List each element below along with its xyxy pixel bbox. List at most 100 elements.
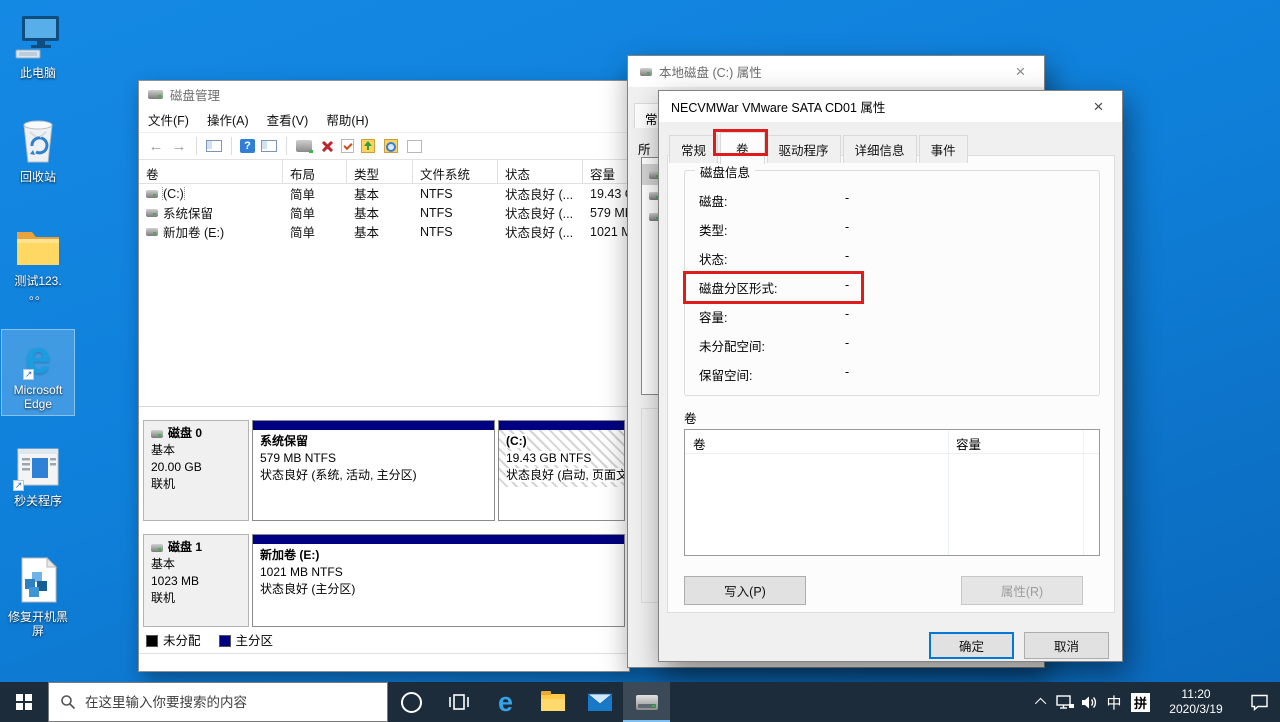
partition-legend: 未分配 主分区	[146, 630, 273, 649]
windows-logo-icon	[16, 694, 32, 710]
tab-driver[interactable]: 驱动程序	[767, 135, 841, 163]
device-manager-icon[interactable]	[296, 140, 312, 152]
properties-button[interactable]: 属性(R)	[961, 576, 1083, 605]
write-button[interactable]: 写入(P)	[684, 576, 806, 605]
folder-icon	[541, 694, 565, 711]
volume-icon	[146, 209, 158, 217]
table-row[interactable]: 新加卷 (E:) 简单 基本 NTFS 状态良好 (... 1021 M	[139, 222, 629, 241]
table-row[interactable]: (C:) 简单 基本 NTFS 状态良好 (... 19.43 G	[139, 184, 629, 203]
c-dialog-titlebar[interactable]: 本地磁盘 (C:) 属性	[628, 56, 1044, 87]
tab-details[interactable]: 详细信息	[843, 135, 917, 163]
network-button[interactable]	[1053, 682, 1077, 722]
mail-icon	[587, 693, 613, 712]
desktop-icon-test-folder[interactable]: 测试123. 。。	[2, 222, 74, 306]
desktop-icon-label: 修复开机黑	[2, 610, 74, 624]
dialog-tabs: 常规 卷 驱动程序 详细信息 事件	[669, 132, 970, 163]
task-view-icon	[448, 693, 470, 711]
desktop-icon-quick-close-app[interactable]: 秒关程序	[2, 442, 74, 512]
disk-drive-icon	[636, 695, 658, 710]
toolbar-separator	[196, 137, 197, 155]
taskbar-search[interactable]	[48, 682, 388, 722]
column-header[interactable]: 卷	[685, 430, 948, 453]
taskbar: e 中 拼 11:20 2020/3/	[0, 682, 1280, 722]
dialog-title: 本地磁盘 (C:) 属性	[659, 62, 762, 81]
disk-1-info[interactable]: 磁盘 1 基本 1023 MB 联机	[143, 534, 249, 627]
close-icon[interactable]	[1076, 92, 1121, 121]
field-label: 容量:	[699, 311, 727, 325]
ime-language-indicator[interactable]: 中	[1101, 682, 1127, 722]
menu-file[interactable]: 文件(F)	[139, 110, 198, 129]
checklist-icon[interactable]	[407, 140, 422, 153]
file-explorer-button[interactable]	[529, 682, 576, 722]
column-header[interactable]: 状态	[498, 160, 583, 183]
table-row[interactable]: 系统保留 简单 基本 NTFS 状态良好 (... 579 MB	[139, 203, 629, 222]
volumes-list[interactable]: 卷 容量	[684, 429, 1100, 556]
back-icon[interactable]	[147, 138, 165, 154]
ime-mode-indicator[interactable]: 拼	[1127, 682, 1154, 722]
taskbar-clock[interactable]: 11:20 2020/3/19	[1154, 682, 1238, 722]
action-center-button[interactable]	[1238, 682, 1280, 722]
column-divider	[1083, 430, 1084, 555]
status-bar	[139, 653, 629, 671]
disk-management-taskbar-button[interactable]	[623, 682, 670, 722]
partition-system-reserved[interactable]: 系统保留 579 MB NTFS 状态良好 (系统, 活动, 主分区)	[252, 420, 495, 521]
toolbar-separator	[286, 137, 287, 155]
mail-button[interactable]	[576, 682, 623, 722]
volume-button[interactable]	[1077, 682, 1101, 722]
field-label: 类型:	[699, 224, 727, 238]
ok-button[interactable]: 确定	[929, 632, 1014, 659]
tab-events[interactable]: 事件	[919, 135, 968, 163]
column-header[interactable]: 文件系统	[413, 160, 498, 183]
action-pane-icon[interactable]	[261, 140, 277, 152]
primary-partition-color-swatch	[219, 635, 231, 647]
clock-date: 2020/3/19	[1169, 702, 1222, 717]
disk-drive-icon	[148, 90, 163, 99]
close-icon[interactable]	[998, 57, 1043, 86]
cortana-button[interactable]	[388, 682, 435, 722]
this-pc-icon	[14, 14, 62, 63]
desktop-icon-microsoft-edge[interactable]: e Microsoft Edge	[2, 330, 74, 415]
field-value: -	[845, 191, 849, 205]
partition-e-drive[interactable]: 新加卷 (E:) 1021 MB NTFS 状态良好 (主分区)	[252, 534, 625, 627]
dialog-title: NECVMWar VMware SATA CD01 属性	[671, 97, 885, 116]
column-header[interactable]: 类型	[347, 160, 413, 183]
folder-search-icon[interactable]	[384, 139, 398, 153]
menu-view[interactable]: 查看(V)	[258, 110, 318, 129]
start-button[interactable]	[0, 682, 48, 722]
column-header[interactable]: 容量	[948, 430, 989, 453]
device-dialog-titlebar[interactable]: NECVMWar VMware SATA CD01 属性	[659, 91, 1122, 122]
disk-management-titlebar[interactable]: 磁盘管理	[139, 81, 629, 107]
task-check-icon[interactable]	[341, 139, 354, 153]
menu-help[interactable]: 帮助(H)	[317, 110, 377, 129]
forward-icon[interactable]	[170, 138, 188, 154]
cancel-button[interactable]: 取消	[1024, 632, 1109, 659]
console-window-icon[interactable]	[206, 140, 222, 152]
desktop-icon-recycle-bin[interactable]: 回收站	[2, 112, 74, 188]
app-window-icon	[15, 446, 61, 491]
field-label: 磁盘分区形式:	[699, 282, 777, 296]
field-value: -	[845, 249, 849, 263]
field-value: -	[845, 307, 849, 321]
disk-0-info[interactable]: 磁盘 0 基本 20.00 GB 联机	[143, 420, 249, 521]
taskbar-edge-button[interactable]: e	[482, 682, 529, 722]
disk-0-row: 磁盘 0 基本 20.00 GB 联机 系统保留 579 MB NTFS 状态良…	[143, 420, 625, 521]
search-input[interactable]	[85, 695, 355, 710]
desktop-icon-label: 屏	[2, 624, 74, 638]
column-header[interactable]: 卷	[139, 160, 283, 183]
tab-volumes[interactable]: 卷	[720, 132, 765, 164]
delete-icon[interactable]	[318, 138, 336, 154]
folder-up-icon[interactable]	[361, 139, 375, 153]
field-label: 状态:	[699, 253, 727, 267]
desktop-icon-label: Edge	[2, 397, 74, 411]
partition-c-drive[interactable]: (C:) 19.43 GB NTFS 状态良好 (启动, 页面文	[498, 420, 625, 521]
task-view-button[interactable]	[435, 682, 482, 722]
column-header[interactable]: 布局	[283, 160, 347, 183]
desktop-icon-this-pc[interactable]: 此电脑	[2, 10, 74, 84]
tab-general[interactable]: 常规	[669, 135, 718, 163]
desktop-icon-fix-black-screen[interactable]: 修复开机黑 屏	[2, 552, 74, 642]
menu-action[interactable]: 操作(A)	[198, 110, 258, 129]
tray-overflow-button[interactable]	[1031, 682, 1053, 722]
help-icon[interactable]	[240, 139, 255, 153]
unallocated-color-swatch	[146, 635, 158, 647]
desktop-icon-label: 。。	[2, 288, 74, 302]
